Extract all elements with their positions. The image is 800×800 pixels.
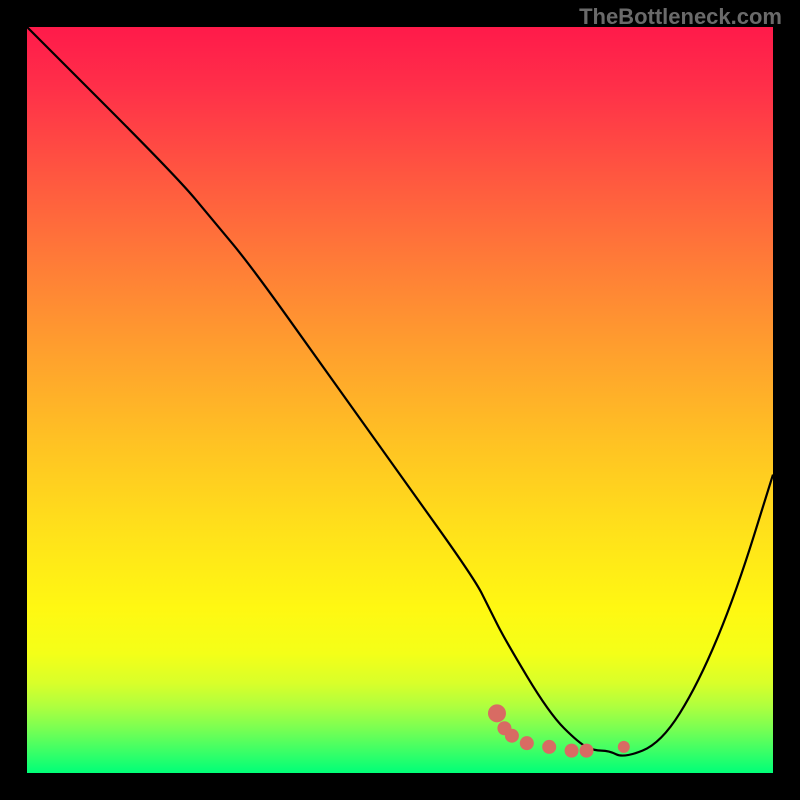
highlight-marker xyxy=(488,704,506,722)
watermark-text: TheBottleneck.com xyxy=(579,4,782,30)
highlight-marker xyxy=(542,740,556,754)
highlight-marker xyxy=(618,741,630,753)
highlight-marker xyxy=(520,736,534,750)
plot-area xyxy=(27,27,773,773)
highlight-markers xyxy=(488,704,630,757)
highlight-marker xyxy=(505,729,519,743)
highlight-marker xyxy=(580,744,594,758)
bottleneck-curve-line xyxy=(27,27,773,756)
chart-svg xyxy=(27,27,773,773)
highlight-marker xyxy=(565,744,579,758)
